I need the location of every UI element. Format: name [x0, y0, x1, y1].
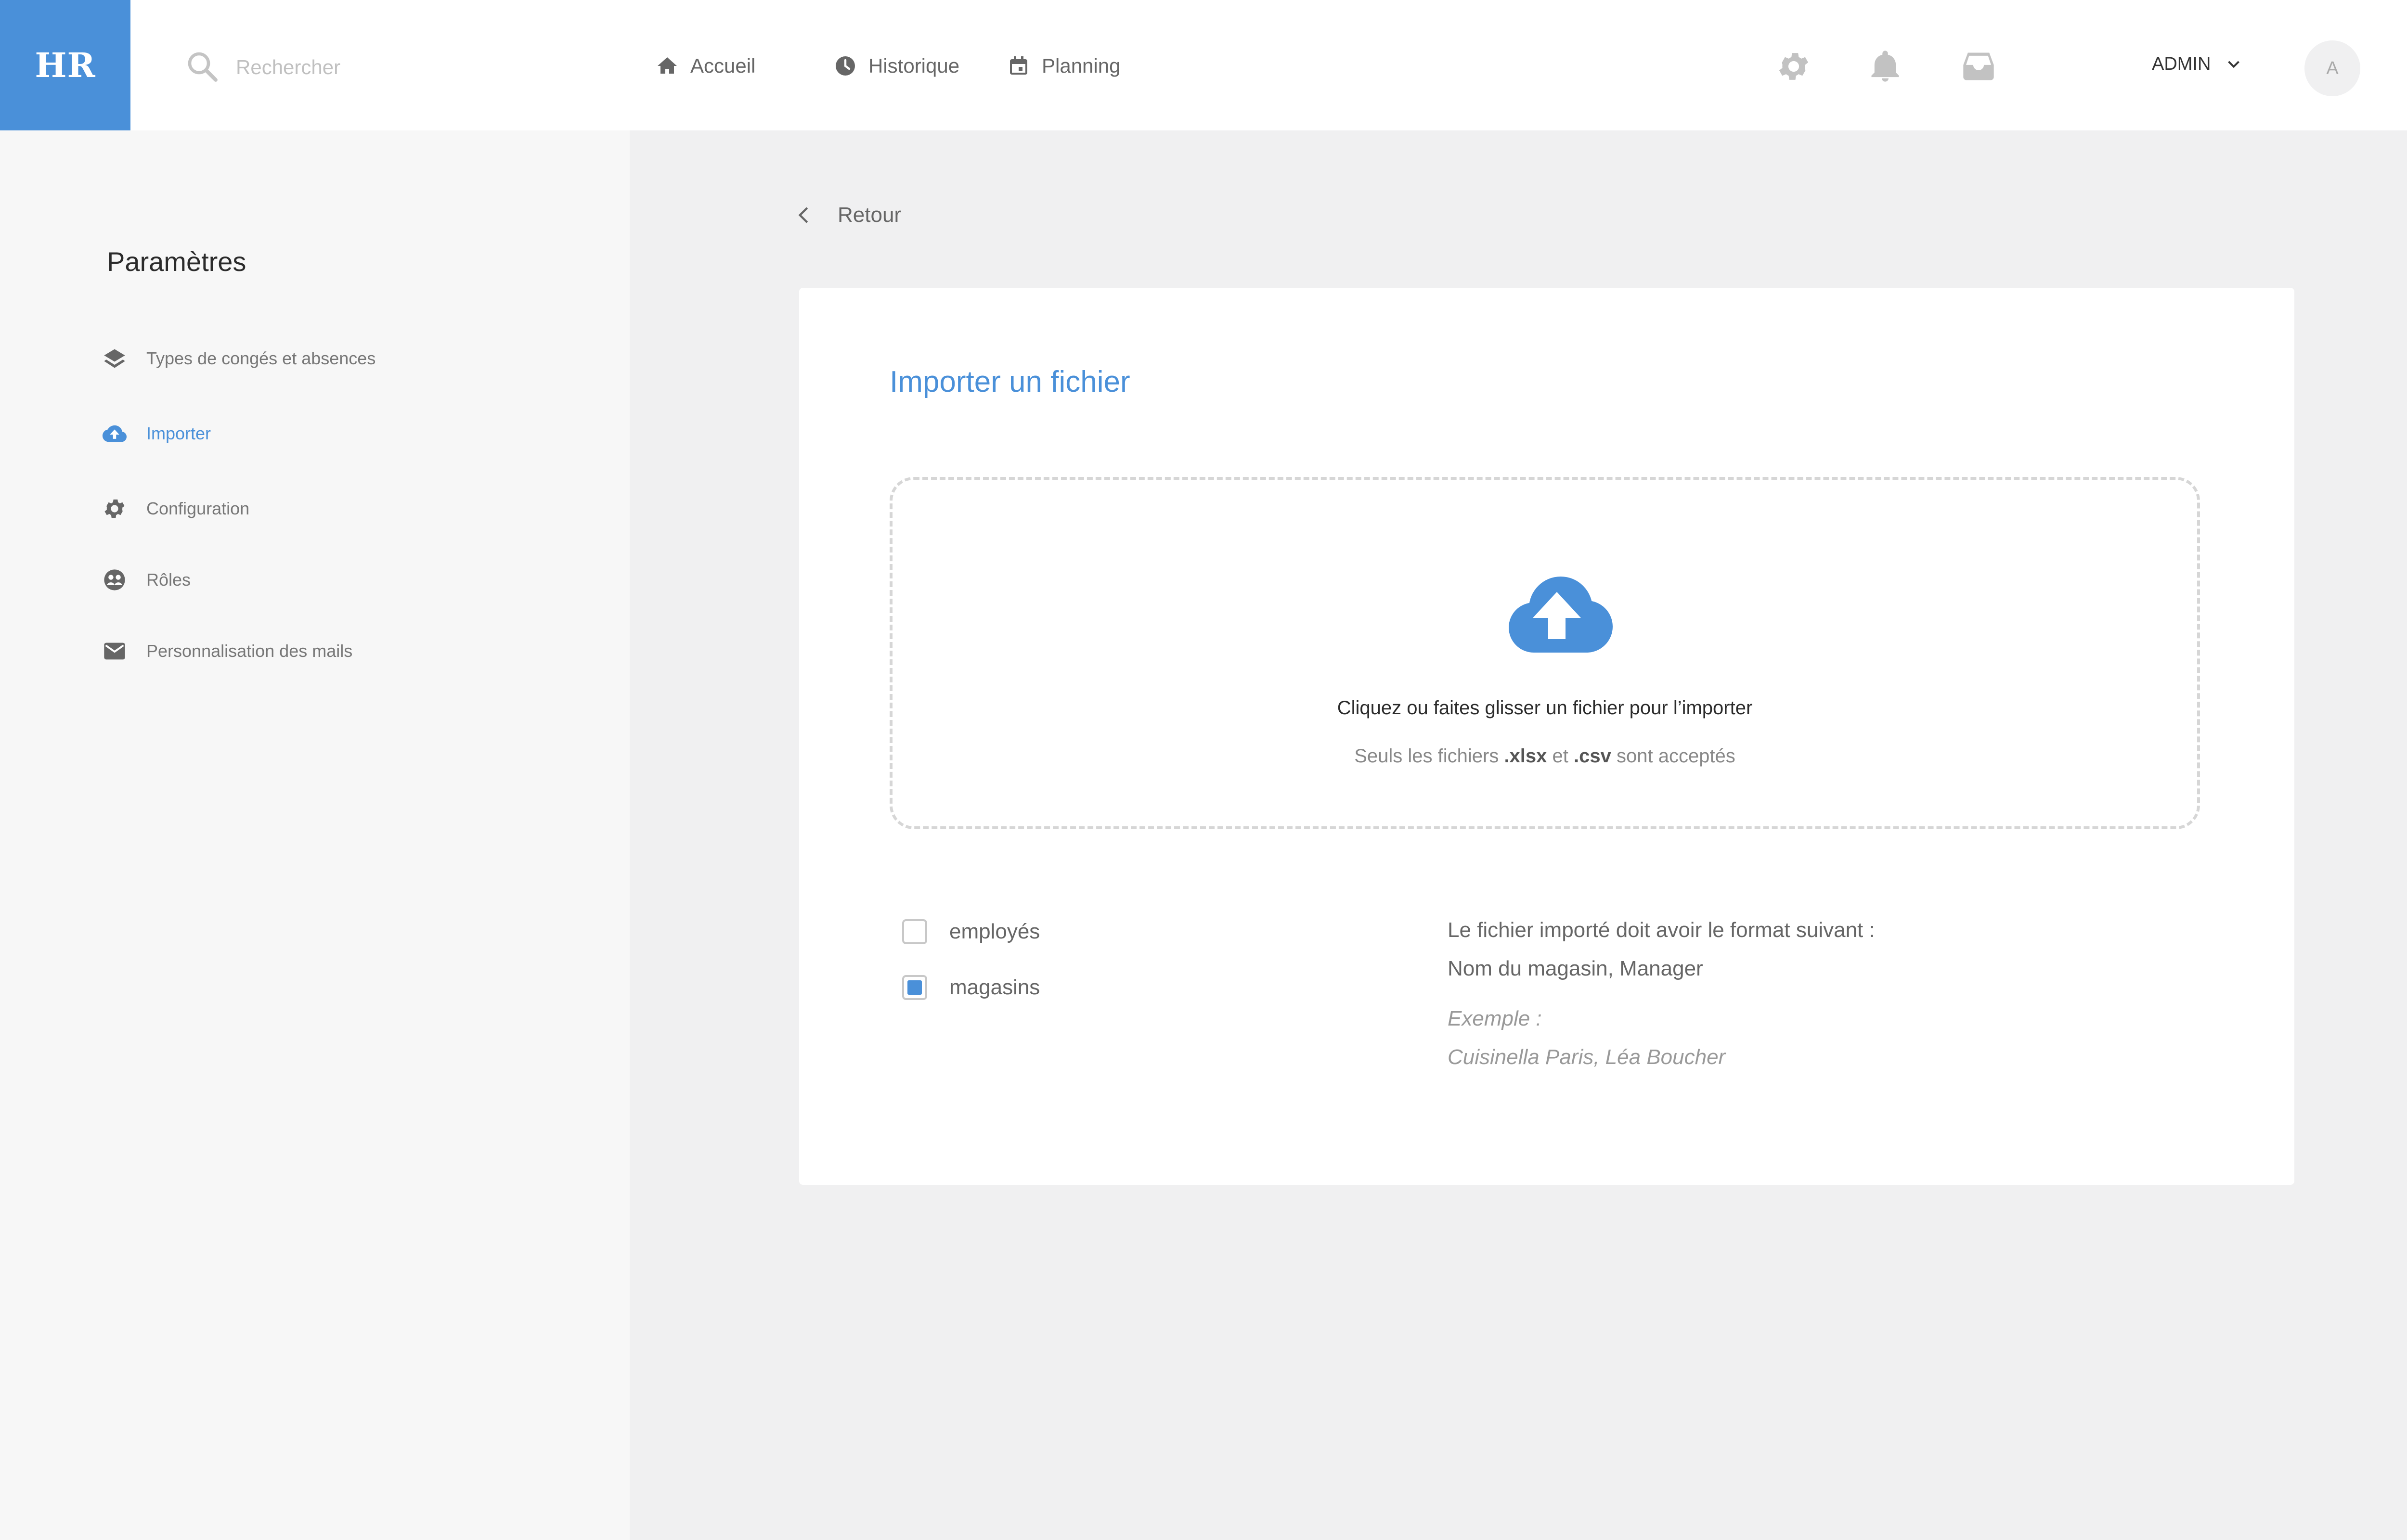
csv-extension: .csv [1574, 745, 1611, 767]
format-value: Nom du magasin, Manager [1448, 957, 1703, 980]
nav-planning[interactable]: Planning [1007, 51, 1120, 81]
nav-label: Historique [868, 54, 960, 77]
example-value: Cuisinella Paris, Léa Boucher [1448, 1045, 1726, 1069]
back-link[interactable]: Retour [794, 200, 901, 231]
search-input[interactable] [236, 51, 573, 84]
cloud-upload-icon [102, 425, 127, 442]
sidebar-item-importer[interactable]: Importer [102, 418, 211, 449]
user-label: ADMIN [2152, 54, 2211, 74]
option-label: magasins [949, 975, 1040, 999]
option-label: employés [949, 920, 1040, 943]
user-menu[interactable]: ADMIN [2152, 54, 2242, 75]
mail-icon [104, 642, 125, 660]
sidebar-item-configuration[interactable]: Configuration [102, 493, 249, 524]
sidebar-item-label: Types de congés et absences [146, 348, 376, 368]
card-title: Importer un fichier [890, 365, 1130, 398]
sidebar-item-types-conges[interactable]: Types de congés et absences [102, 343, 375, 374]
dropzone-hint: Seuls les fichiers .xlsx et .csv sont ac… [1354, 745, 1735, 767]
gear-icon[interactable] [1775, 48, 1812, 85]
sidebar-item-mails[interactable]: Personnalisation des mails [102, 636, 352, 667]
clock-icon [836, 56, 855, 76]
layers-icon [104, 349, 125, 368]
back-label: Retour [838, 203, 902, 227]
nav-label: Accueil [690, 54, 756, 77]
nav-accueil[interactable]: Accueil [656, 51, 755, 81]
app-logo[interactable]: HR [0, 0, 130, 130]
import-card: Importer un fichier Cliquez ou faites gl… [799, 288, 2294, 1185]
search-icon[interactable] [185, 50, 220, 84]
gear-icon [104, 499, 125, 518]
settings-sidebar: Paramètres Types de congés et absences I… [0, 130, 630, 1540]
chevron-down-icon [2228, 61, 2240, 68]
format-title: Le fichier importé doit avoir le format … [1448, 918, 1875, 942]
inbox-icon[interactable] [1960, 48, 1997, 85]
home-icon [658, 57, 677, 74]
sidebar-item-label: Importer [146, 424, 211, 443]
example-label: Exemple : [1448, 1007, 1542, 1030]
sidebar-item-roles[interactable]: Rôles [102, 565, 191, 595]
xlsx-extension: .xlsx [1504, 745, 1547, 767]
nav-historique[interactable]: Historique [834, 51, 959, 81]
top-bar: HR Accueil Historique Planning [0, 0, 2407, 130]
sidebar-item-label: Configuration [146, 499, 250, 518]
checkbox-employes[interactable] [902, 919, 927, 944]
calendar-icon [1010, 56, 1027, 75]
option-magasins[interactable]: magasins [902, 973, 1040, 1002]
chevron-left-icon [798, 207, 808, 223]
file-dropzone[interactable]: Cliquez ou faites glisser un fichier pou… [890, 477, 2200, 829]
roles-icon [104, 569, 125, 590]
avatar[interactable]: A [2304, 40, 2360, 96]
checkbox-magasins[interactable] [902, 975, 927, 1000]
nav-label: Planning [1042, 54, 1121, 77]
cloud-upload-icon [1509, 577, 1613, 653]
bell-icon[interactable] [1867, 48, 1903, 85]
dropzone-text: Cliquez ou faites glisser un fichier pou… [1337, 697, 1753, 719]
sidebar-title: Paramètres [107, 246, 246, 277]
option-employes[interactable]: employés [902, 917, 1040, 946]
sidebar-item-label: Personnalisation des mails [146, 641, 353, 661]
sidebar-item-label: Rôles [146, 570, 191, 590]
